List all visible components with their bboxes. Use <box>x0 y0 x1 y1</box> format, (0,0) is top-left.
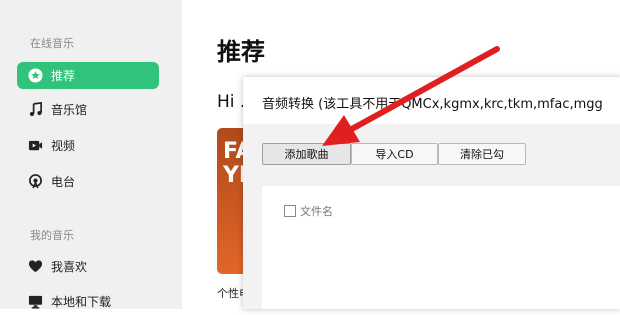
select-all-checkbox[interactable] <box>284 205 296 217</box>
sidebar-item-label: 视频 <box>51 139 76 153</box>
sidebar: 在线音乐 推荐 音乐馆 视频 电台 我的音乐 我喜欢 本地和下载 <box>0 0 182 309</box>
file-list-header: 文件名 <box>284 203 333 219</box>
sidebar-item-music-hall[interactable]: 音乐馆 <box>17 96 159 123</box>
filename-column-header: 文件名 <box>300 205 333 218</box>
section-title-my-music: 我的音乐 <box>30 229 74 242</box>
video-icon <box>27 138 43 154</box>
monitor-icon <box>27 294 43 310</box>
sidebar-item-liked[interactable]: 我喜欢 <box>17 253 159 280</box>
sidebar-item-radio[interactable]: 电台 <box>17 168 159 195</box>
star-icon <box>27 68 43 84</box>
dialog-title: 音频转换 (该工具不用于QMCx,kgmx,krc,tkm,mfac,mgg <box>262 97 603 112</box>
sidebar-item-label: 音乐馆 <box>51 103 88 117</box>
sidebar-item-label: 我喜欢 <box>51 260 88 274</box>
page-title: 推荐 <box>217 38 265 66</box>
import-cd-button[interactable]: 导入CD <box>351 143 438 165</box>
add-songs-button[interactable]: 添加歌曲 <box>262 143 351 165</box>
sidebar-item-label: 推荐 <box>51 69 76 83</box>
radio-icon <box>27 174 43 190</box>
sidebar-item-video[interactable]: 视频 <box>17 132 159 159</box>
sidebar-item-label: 电台 <box>51 175 76 189</box>
dialog-header: 音频转换 (该工具不用于QMCx,kgmx,krc,tkm,mfac,mgg <box>243 77 620 124</box>
audio-convert-dialog: 音频转换 (该工具不用于QMCx,kgmx,krc,tkm,mfac,mgg 添… <box>243 77 620 309</box>
sidebar-item-label: 本地和下载 <box>51 295 112 309</box>
heart-icon <box>27 259 43 275</box>
clear-checked-button[interactable]: 清除已勾 <box>438 143 526 165</box>
file-list[interactable]: 文件名 <box>262 186 620 309</box>
section-title-online-music: 在线音乐 <box>30 37 74 50</box>
sidebar-item-recommend[interactable]: 推荐 <box>17 62 159 89</box>
music-note-icon <box>27 102 43 118</box>
sidebar-item-local-download[interactable]: 本地和下载 <box>17 288 159 315</box>
